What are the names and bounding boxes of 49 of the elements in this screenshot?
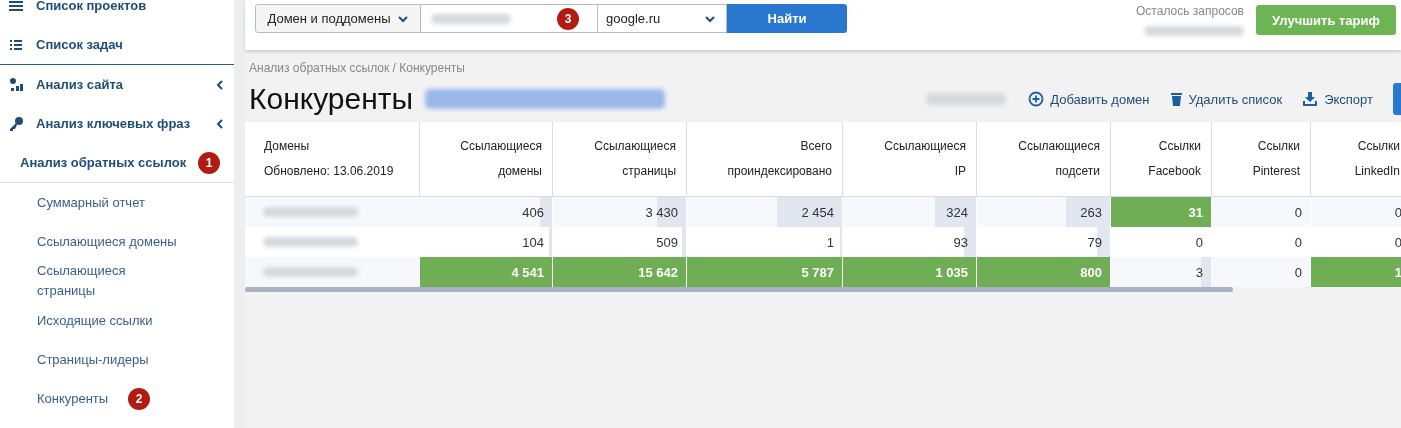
table-cell: 3 — [1111, 257, 1212, 287]
search-engine-select[interactable]: google.ru — [598, 4, 727, 33]
table-cell: 1 035 — [843, 257, 977, 287]
number-badge: 1 — [198, 151, 221, 174]
search-mode-dropdown[interactable]: Домен и поддомены — [255, 4, 421, 33]
table-cell: 1 — [1311, 257, 1401, 287]
submenu-item[interactable]: Ссылающиеся страницы — [0, 261, 234, 301]
key-icon — [8, 115, 24, 132]
sidebar-item[interactable]: Список задач — [0, 25, 234, 64]
search-button[interactable]: Найти — [727, 4, 847, 33]
chevron-icon — [214, 78, 226, 91]
plus-circle-icon — [1028, 91, 1045, 107]
delete-list-button[interactable]: Удалить список — [1169, 91, 1283, 107]
submenu-item[interactable]: Суммарный отчет — [0, 183, 234, 222]
table-cell: 0 — [1311, 197, 1401, 227]
table-cell: 2 454 — [687, 197, 843, 227]
sidebar-item[interactable]: Анализ сайта — [0, 65, 234, 104]
table-cell: 15 642 — [553, 257, 687, 287]
page-title: Конкуренты — [249, 82, 414, 116]
submenu-item[interactable]: Ссылающиеся домены — [0, 222, 234, 261]
breadcrumb: Анализ обратных ссылок / Конкуренты — [248, 60, 466, 75]
chevron-icon — [214, 117, 226, 130]
download-icon — [1302, 91, 1319, 107]
sidebar-item[interactable]: Анализ обратных ссылок 1 — [0, 143, 234, 182]
bar-chart-icon — [8, 76, 24, 93]
button-edge[interactable] — [1393, 83, 1401, 115]
export-button[interactable]: Экспорт — [1302, 91, 1373, 107]
number-badge: 3 — [557, 7, 579, 30]
table-cell: 324 — [843, 197, 977, 227]
submenu-item[interactable]: Конкуренты 2 — [0, 379, 234, 418]
table-cell: 5 787 — [687, 257, 843, 287]
table-cell: 31 — [1111, 197, 1212, 227]
table-cell: 3 430 — [553, 197, 687, 227]
table-cell: 406 — [420, 197, 553, 227]
menu-icon — [8, 0, 24, 14]
sidebar-item[interactable]: Анализ ключевых фраз — [0, 104, 234, 143]
table-cell: 0 — [1212, 197, 1311, 227]
submenu-item[interactable]: Страницы-лидеры — [0, 340, 234, 379]
domain-input[interactable]: 3 — [421, 4, 598, 33]
table-cell: 800 — [977, 257, 1111, 287]
table-cell: 4 541 — [420, 257, 553, 287]
requests-label: Осталось запросов — [1136, 4, 1244, 18]
sidebar-item[interactable]: Список проектов — [0, 0, 234, 25]
submenu-item[interactable]: Исходящие ссылки — [0, 301, 234, 340]
trash-icon — [1169, 91, 1183, 107]
number-badge: 2 — [128, 387, 151, 410]
table-cell: 0 — [1212, 257, 1311, 287]
table-cell: 263 — [977, 197, 1111, 227]
add-domain-button[interactable]: Добавить домен — [1028, 91, 1150, 107]
